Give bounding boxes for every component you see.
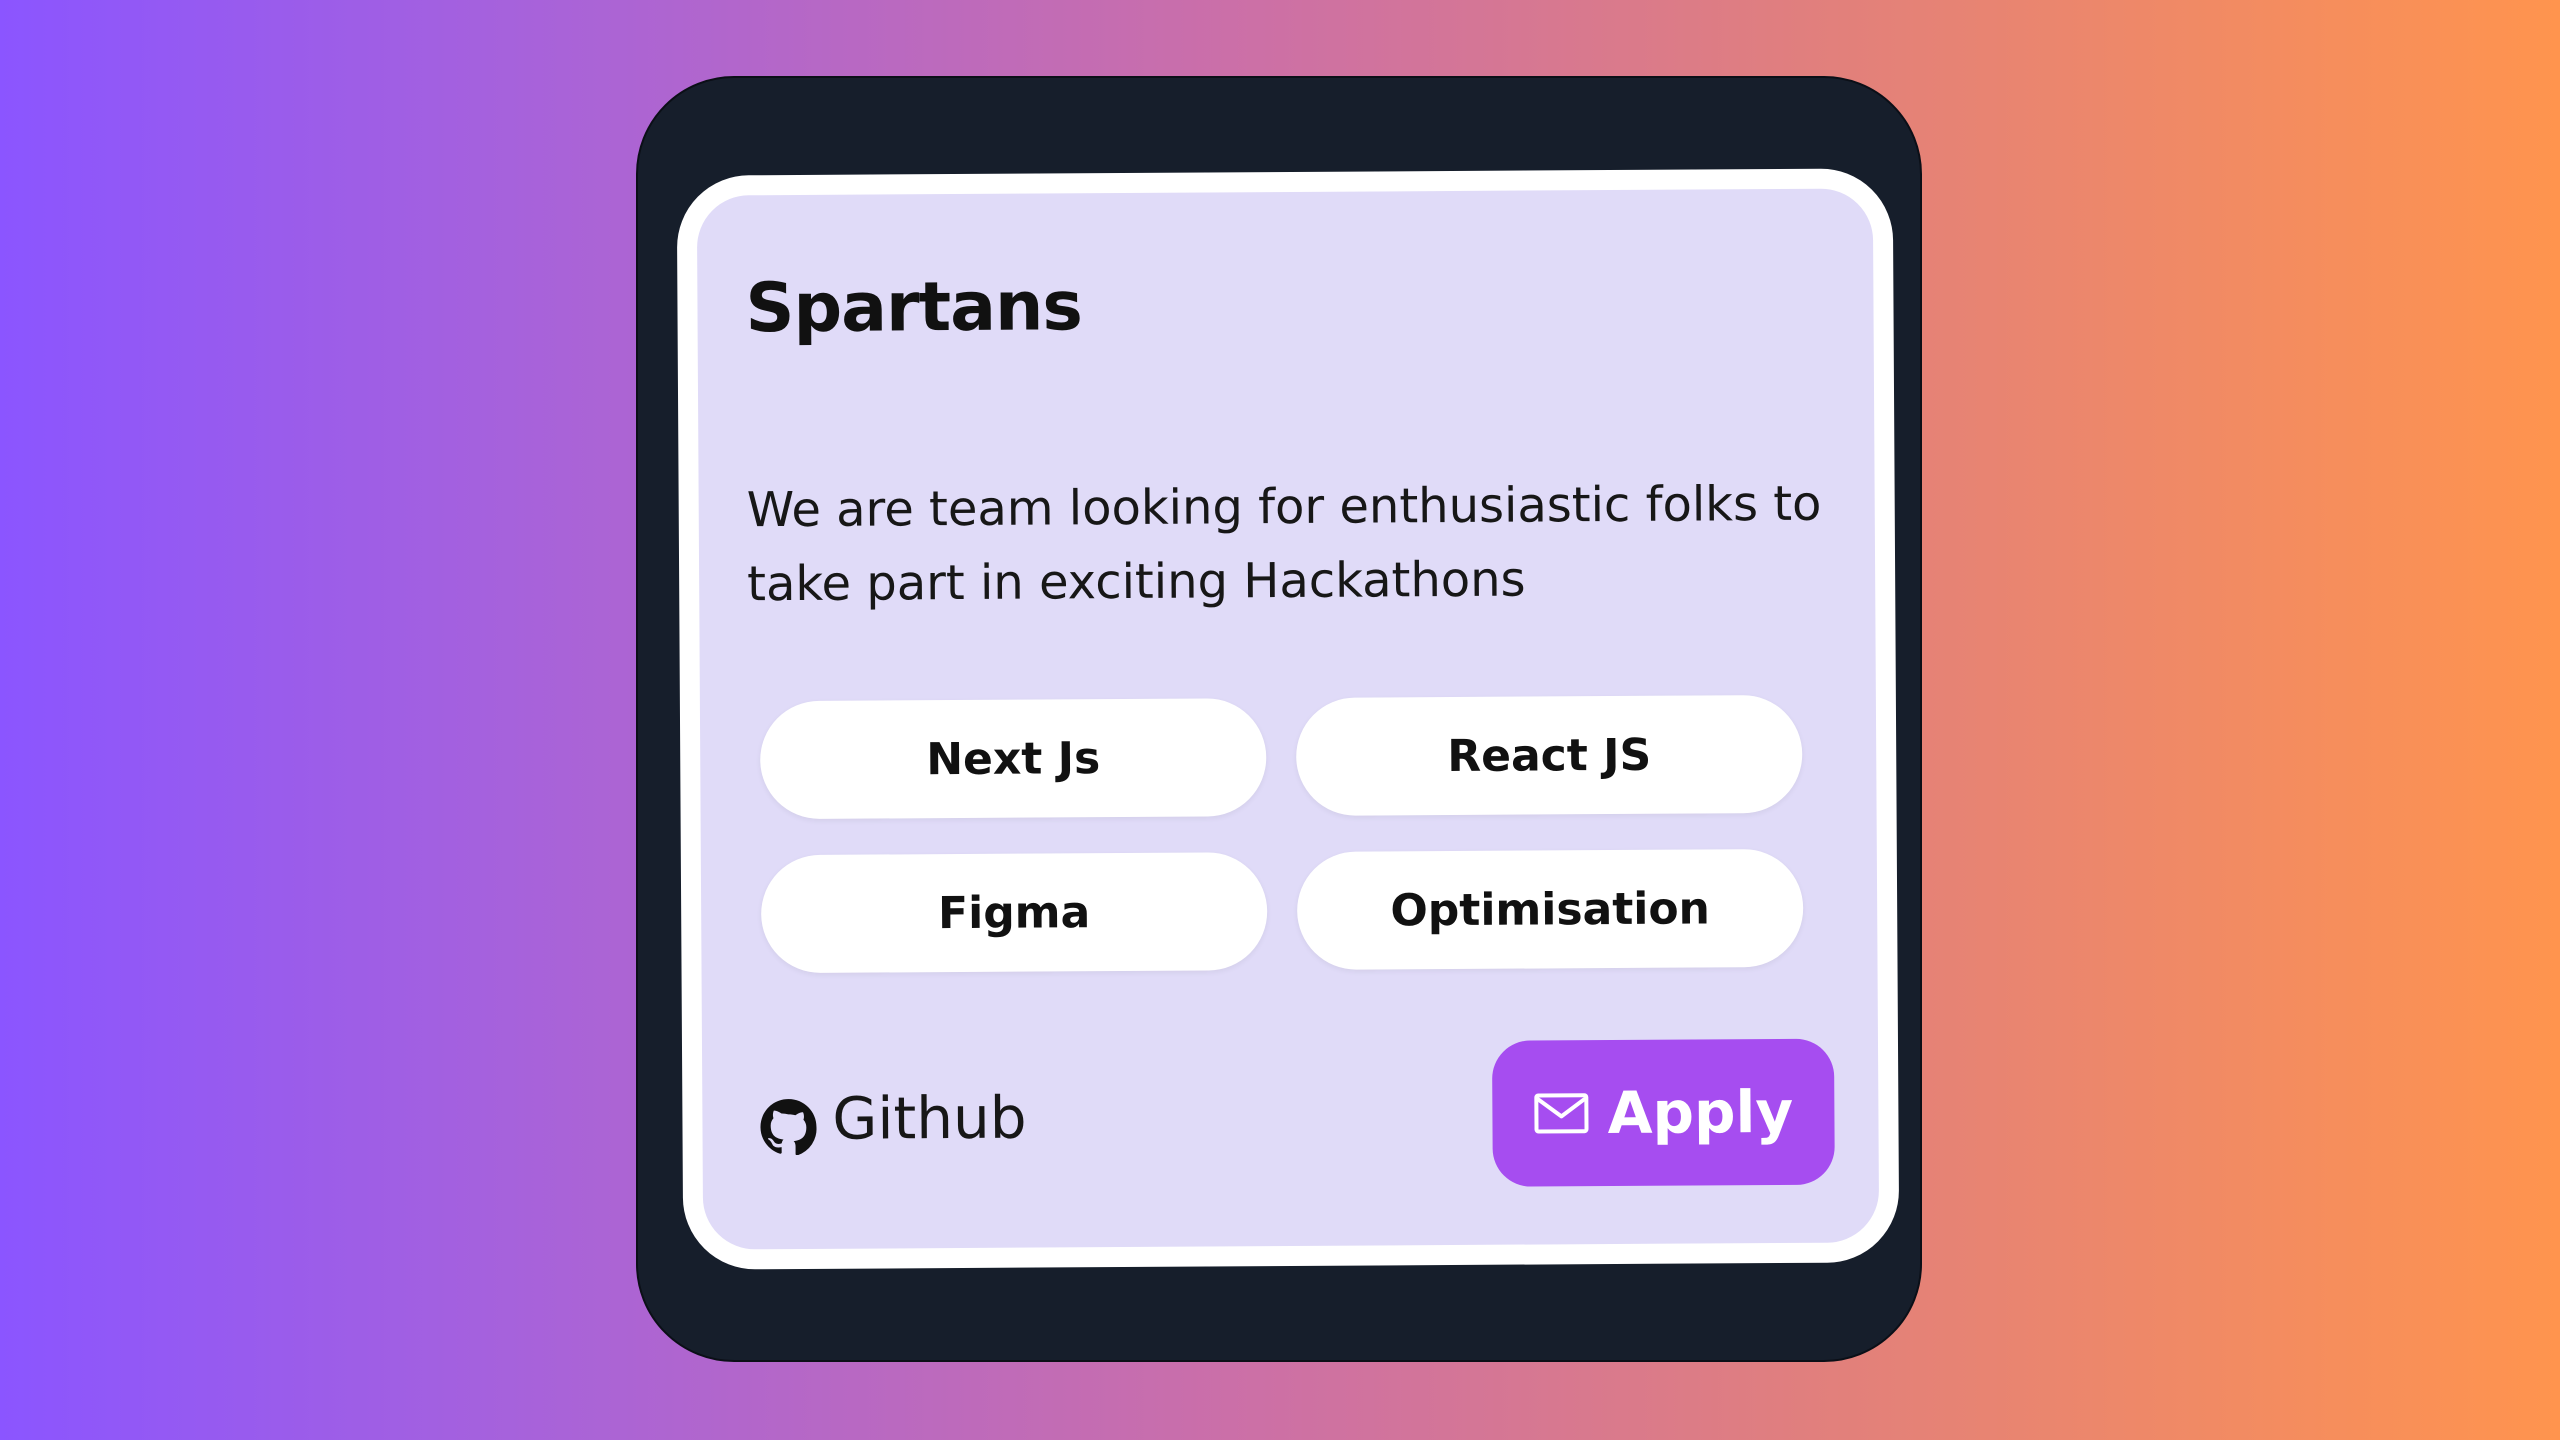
apply-button[interactable]: Apply bbox=[1491, 1038, 1835, 1187]
tag-optimisation: Optimisation bbox=[1296, 848, 1804, 970]
team-card: Spartans We are team looking for enthusi… bbox=[676, 168, 1900, 1270]
mail-icon bbox=[1533, 1092, 1589, 1134]
tag-next-js: Next Js bbox=[759, 698, 1267, 820]
team-description: We are team looking for enthusiastic fol… bbox=[746, 475, 1822, 613]
apply-label: Apply bbox=[1607, 1077, 1794, 1148]
tag-react-js: React JS bbox=[1295, 694, 1803, 816]
tag-figma: Figma bbox=[760, 852, 1268, 974]
skill-tags: Next Js React JS Figma Optimisation bbox=[759, 694, 1804, 974]
github-link[interactable]: Github bbox=[760, 1078, 1027, 1160]
team-title: Spartans bbox=[745, 267, 1083, 349]
github-icon bbox=[760, 1099, 817, 1156]
phone-frame: Spartans We are team looking for enthusi… bbox=[636, 76, 1922, 1362]
github-label: Github bbox=[832, 1083, 1027, 1153]
